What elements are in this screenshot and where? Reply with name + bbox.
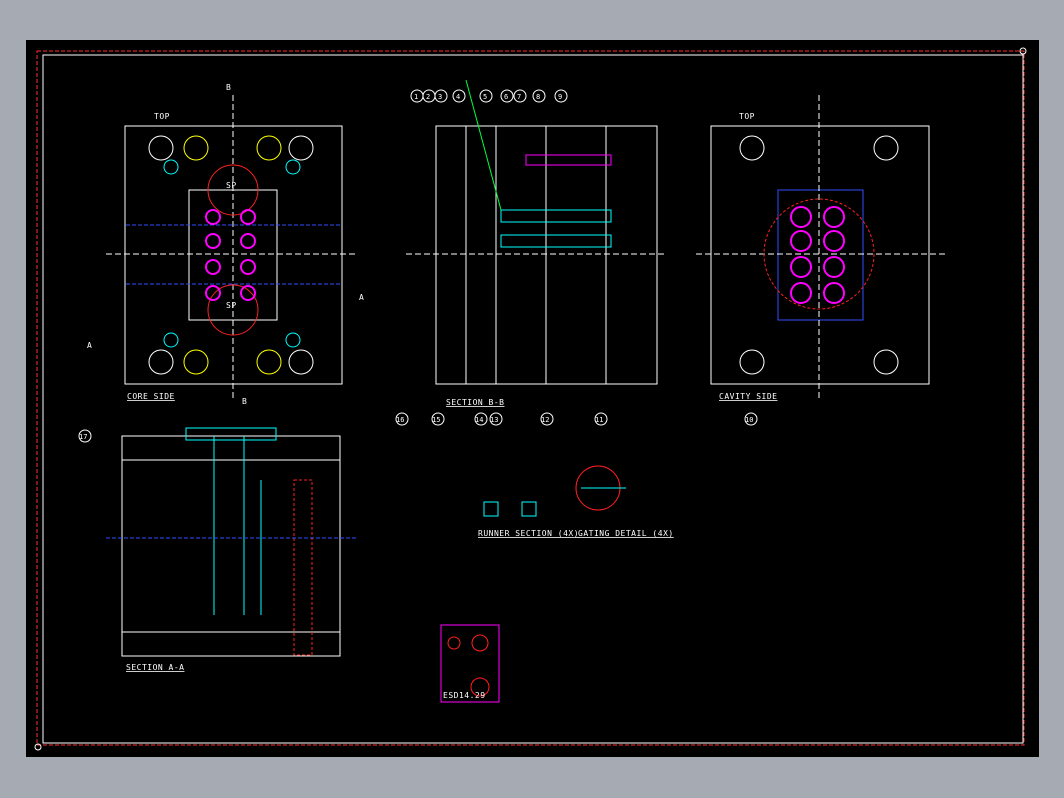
cavity-insert-outline [777,189,864,321]
balloon-label: 11 [595,416,603,424]
ejector-rod [500,234,612,248]
cavity-plate-outline [710,125,930,385]
ejector-rod [500,209,612,223]
part-feature [447,636,461,650]
balloon-label: 15 [432,416,440,424]
guide-pin-hole [256,135,282,161]
core-pin [240,209,256,225]
cavity-top-label: TOP [739,112,755,121]
sprue-puller-circle [207,284,259,336]
section-a-title: SECTION A-A [126,663,184,672]
cavity [823,282,845,304]
cavity [823,206,845,228]
core-top-label: TOP [154,112,170,121]
runner-shape [521,501,537,517]
guide-pin-hole [288,135,314,161]
return-pin [163,159,179,175]
balloon-label: 5 [483,93,487,101]
section-b-title: SECTION B-B [446,398,504,407]
cavity-side-title: CAVITY SIDE [719,392,777,401]
balloon-label: 12 [541,416,549,424]
runner-shape [483,501,499,517]
cad-drawing: TOP SP SP CORE SIDE B B A A SECTION B-B [34,47,1027,751]
core-pin [240,285,256,301]
cavity [823,256,845,278]
section-marker-a: A [87,341,92,350]
return-pin [285,159,301,175]
balloon-label: 6 [504,93,508,101]
guide-bushing [739,349,765,375]
guide-pin-hole [288,349,314,375]
cavity [790,282,812,304]
guide-pin-hole [256,349,282,375]
balloon-label: 14 [475,416,483,424]
balloon-label: 4 [456,93,460,101]
core-pin [240,233,256,249]
guide-bushing [873,135,899,161]
balloon-callouts: 1 2 3 4 5 6 7 8 9 10 11 12 13 14 15 16 1… [78,89,758,443]
return-pin [163,332,179,348]
balloon-label: 10 [745,416,753,424]
core-pin [205,209,221,225]
core-side-title: CORE SIDE [127,392,175,401]
cavity [790,206,812,228]
balloon-label: 13 [490,416,498,424]
bottom-clamp-plate [121,631,341,657]
gating-detail-view: GATING DETAIL (4X) [575,465,674,538]
cavity-side-view: TOP CAVITY SIDE [696,95,946,401]
cavity [790,256,812,278]
core-pin [205,285,221,301]
section-marker-b: B [226,83,231,92]
part-label: ESD14.29 [443,691,486,700]
section-a-outline [121,435,341,657]
sprue-label: SP [226,301,237,310]
part-view: ESD14.29 [440,624,500,703]
cooling-channel [525,154,612,166]
core-pin [205,259,221,275]
gating-detail-title: GATING DETAIL (4X) [578,529,674,538]
guide-pin-hole [148,135,174,161]
balloon-label: 7 [517,93,521,101]
guide-pin-hole [148,349,174,375]
balloon-label: 8 [536,93,540,101]
balloon-label: 1 [414,93,418,101]
sprue-label: SP [226,181,237,190]
guide-bushing [873,349,899,375]
locating-ring [185,427,277,441]
core-pin [240,259,256,275]
core-pin [205,233,221,249]
balloon-label: 17 [79,433,87,441]
cavity [823,230,845,252]
guide-pin-hole [183,135,209,161]
guide-pin-hole [183,349,209,375]
cavity [790,230,812,252]
balloon-label: 9 [558,93,562,101]
section-a-view: SECTION A-A [106,427,356,672]
return-pin [285,332,301,348]
section-b-view: SECTION B-B [406,79,666,407]
section-marker-a: A [359,293,364,302]
balloon-label: 2 [426,93,430,101]
balloon-label: 3 [438,93,442,101]
balloon-label: 16 [396,416,404,424]
guide-bushing [739,135,765,161]
runner-section-view: RUNNER SECTION (4X) [478,501,579,538]
cad-drawing-viewport[interactable]: TOP SP SP CORE SIDE B B A A SECTION B-B [26,40,1039,757]
section-marker-b: B [242,397,247,406]
runner-section-title: RUNNER SECTION (4X) [478,529,579,538]
core-side-view: TOP SP SP CORE SIDE B B A A [87,83,364,406]
return-spring [293,479,313,656]
part-feature [471,634,489,652]
